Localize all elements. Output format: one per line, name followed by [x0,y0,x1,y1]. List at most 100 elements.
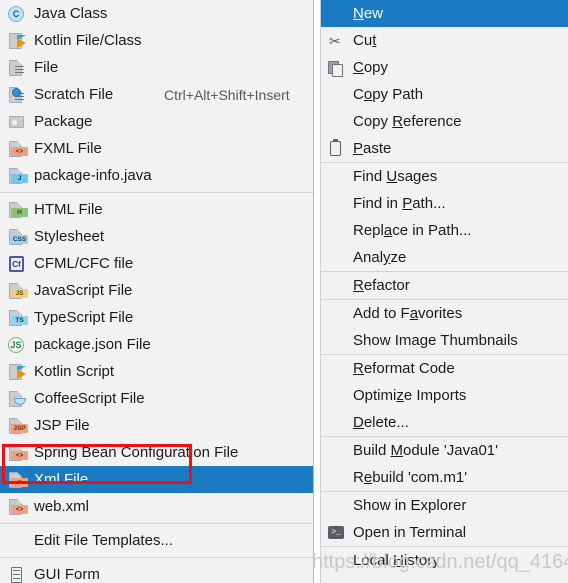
label-post: ce in Path... [392,222,472,239]
menu-item-label: Stylesheet [34,228,105,245]
new-menu-item-javascript-file[interactable]: JS JavaScript File [0,277,313,304]
new-menu-item-fxml-file[interactable]: <> FXML File [0,135,313,162]
menu-item-label: Build Module 'Java01' [353,442,498,459]
menu-item-label: Java Class [34,5,108,22]
nodejs-file-icon: JS [8,336,24,353]
context-menu-item-analyze[interactable]: Analyze [321,244,568,271]
cfml-file-icon-slot: Cf [6,255,28,273]
coffeescript-file-icon [9,390,26,407]
fxml-file-icon: <> [9,140,28,157]
new-menu-item-scratch-file[interactable]: Scratch File Ctrl+Alt+Shift+Insert [0,81,313,108]
context-menu-item-add-to-favorites[interactable]: Add to Favorites [321,300,568,327]
menu-item-label: Optimize Imports [353,387,466,404]
context-menu-item-copy[interactable]: Copy [321,54,568,81]
mnemonic-char: R [353,277,364,294]
new-menu-item-coffeescript-file[interactable]: CoffeeScript File [0,385,313,412]
new-menu-item-spring-bean-configuration-file[interactable]: <> Spring Bean Configuration File [0,439,313,466]
mnemonic-char: C [353,59,364,76]
mnemonic-char: z [396,387,404,404]
menu-item-label: Delete... [353,414,409,431]
context-menu-item-optimize-imports[interactable]: Optimize Imports [321,382,568,409]
xml-file-icon: <> [9,444,28,461]
menu-item-label: Package [34,113,93,130]
menu-item-label: Local History [353,552,440,569]
context-menu-item-local-history[interactable]: Local History [321,547,568,574]
label-pre: Anal [353,249,384,266]
context-menu-item-rebuild-com-m1[interactable]: Rebuild 'com.m1' [321,464,568,491]
mnemonic-char: a [409,305,419,322]
context-menu-item-reformat-code[interactable]: Reformat Code [321,355,568,382]
new-menu-item-package-info-java[interactable]: Jpackage-info.java [0,162,313,189]
label-post: ath... [412,195,446,212]
context-menu-item-new[interactable]: New [321,0,568,27]
context-menu-item-refactor[interactable]: Refactor [321,272,568,299]
jsp-file-icon-slot: JSP [6,417,28,435]
new-menu-item-html-file[interactable]: H HTML File [0,196,313,223]
new-menu-item-file[interactable]: File [0,54,313,81]
context-menu-item-delete[interactable]: Delete... [321,409,568,436]
context-menu-item-open-in-terminal[interactable]: >_ Open in Terminal [321,519,568,546]
no-icon-spacer [325,414,347,432]
menu-item-shortcut: Ctrl+Alt+Shift+Insert [164,86,290,103]
label-post: ew [363,5,384,22]
file-icon [9,59,24,76]
context-menu-item-show-image-thumbnails[interactable]: Show Image Thumbnails [321,327,568,354]
label-post: sages [397,168,438,185]
copy-icon-slot [325,59,347,77]
context-menu-item-paste[interactable]: Paste [321,135,568,162]
mnemonic-char: e [363,469,373,486]
menu-item-label: Show in Explorer [353,497,467,514]
menu-item-label: File [34,59,59,76]
mnemonic-char: D [353,414,364,431]
no-icon-spacer [325,497,347,515]
cut-icon: ✂ [329,32,341,49]
new-menu-item-package-json-file[interactable]: JS package.json File [0,331,313,358]
menu-separator [0,192,313,193]
new-menu-item-stylesheet[interactable]: CSS Stylesheet [0,223,313,250]
html-file-icon-slot: H [6,201,28,219]
mnemonic-char: R [353,360,364,377]
context-menu-item-build-module-java01[interactable]: Build Module 'Java01' [321,437,568,464]
label-post: opy [363,59,389,76]
label-pre: R [353,469,364,486]
java-class-icon: C [8,5,24,22]
menu-item-label: Find in Path... [353,195,446,212]
new-menu-item-jsp-file[interactable]: JSP JSP File [0,412,313,439]
context-menu-item-replace-in-path[interactable]: Replace in Path... [321,217,568,244]
menu-item-label: Paste [353,140,391,157]
label-pre: C [353,86,364,103]
menu-item-label: CoffeeScript File [34,390,145,407]
context-menu-item-copy-path[interactable]: Copy Path [321,81,568,108]
no-icon-spacer [6,532,28,550]
new-menu-item-typescript-file[interactable]: TS TypeScript File [0,304,313,331]
new-menu-item-xml-file[interactable]: <> Xml File [0,466,313,493]
nodejs-file-icon-slot: JS [6,336,28,354]
label-pre: Optimi [353,387,397,404]
context-menu-item-cut[interactable]: ✂ Cut [321,27,568,54]
mnemonic-char: P [353,140,364,157]
menu-item-label: New [353,5,383,22]
menu-item-label: JavaScript File [34,282,133,299]
new-menu-item-kotlin-script[interactable]: Kotlin Script [0,358,313,385]
menu-item-label: TypeScript File [34,309,134,326]
terminal-icon: >_ [328,525,344,539]
copy-icon [328,60,343,77]
context-menu-item-find-in-path[interactable]: Find in Path... [321,190,568,217]
menu-item-label: FXML File [34,140,102,157]
new-menu-item-package[interactable]: Package [0,108,313,135]
new-menu-item-kotlin-file-class[interactable]: Kotlin File/Class [0,27,313,54]
context-menu-item-find-usages[interactable]: Find Usages [321,163,568,190]
new-menu-item-cfml-cfc-file[interactable]: Cf CFML/CFC file [0,250,313,277]
scratch-file-icon-slot [6,86,28,104]
new-menu-item-java-class[interactable]: C Java Class [0,0,313,27]
context-menu-item-copy-reference[interactable]: Copy Reference [321,108,568,135]
no-icon-spacer [325,360,347,378]
context-menu-item-show-in-explorer[interactable]: Show in Explorer [321,492,568,519]
new-menu-item-edit-file-templates[interactable]: Edit File Templates... [0,527,313,554]
new-menu-item-gui-form[interactable]: GUI Form [0,561,313,583]
new-menu-item-web-xml[interactable]: <> web.xml [0,493,313,520]
coffeescript-file-icon-slot [6,390,28,408]
label-post: ze [390,249,407,266]
javascript-file-icon-slot: JS [6,282,28,300]
mnemonic-char: t [372,32,377,49]
